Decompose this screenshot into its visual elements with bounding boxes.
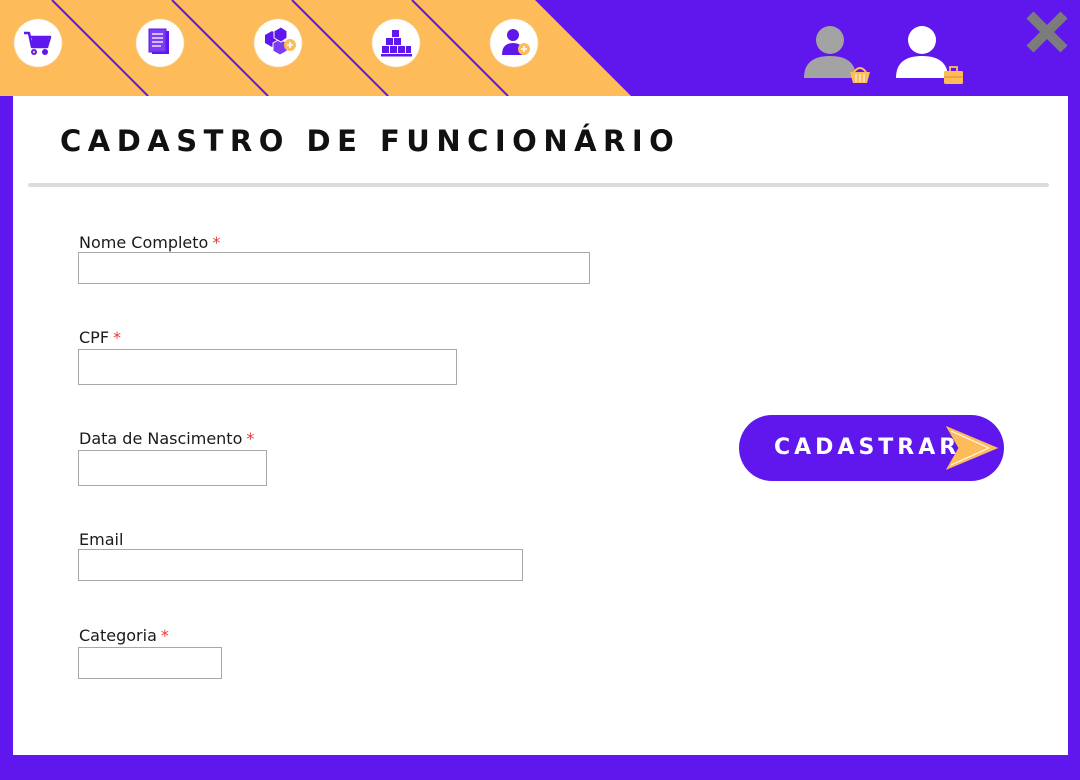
email-label-text: Email — [79, 530, 124, 549]
required-marker: * — [212, 233, 221, 252]
full-name-label: Nome Completo * — [79, 233, 220, 252]
email-label: Email — [79, 530, 123, 549]
arrow-right-icon — [945, 425, 999, 471]
required-marker: * — [246, 429, 255, 448]
birth-date-label-text: Data de Nascimento — [79, 429, 243, 448]
add-user-icon[interactable] — [489, 18, 539, 68]
cpf-label: CPF * — [79, 328, 121, 347]
category-input[interactable] — [78, 647, 222, 679]
customer-basket-icon[interactable] — [802, 20, 872, 89]
email-input[interactable] — [78, 549, 523, 581]
title-divider — [28, 183, 1049, 187]
birth-date-input[interactable] — [78, 450, 267, 486]
full-name-input[interactable] — [78, 252, 590, 284]
required-marker: * — [160, 626, 169, 645]
cpf-input[interactable] — [78, 349, 457, 385]
document-icon[interactable] — [135, 18, 185, 68]
required-marker: * — [113, 328, 122, 347]
close-icon — [1026, 11, 1068, 53]
submit-button[interactable]: CADASTRAR — [739, 415, 1004, 481]
birth-date-label: Data de Nascimento * — [79, 429, 254, 448]
shopping-cart-icon[interactable] — [13, 18, 63, 68]
category-label: Categoria * — [79, 626, 169, 645]
employee-briefcase-icon[interactable] — [894, 20, 966, 89]
page-title: CADASTRO DE FUNCIONÁRIO — [60, 124, 681, 158]
cpf-label-text: CPF — [79, 328, 110, 347]
submit-button-label: CADASTRAR — [774, 435, 961, 460]
category-label-text: Categoria — [79, 626, 157, 645]
add-boxes-icon[interactable] — [253, 18, 303, 68]
close-button[interactable] — [1024, 10, 1070, 54]
full-name-label-text: Nome Completo — [79, 233, 209, 252]
inventory-pallet-icon[interactable] — [371, 18, 421, 68]
